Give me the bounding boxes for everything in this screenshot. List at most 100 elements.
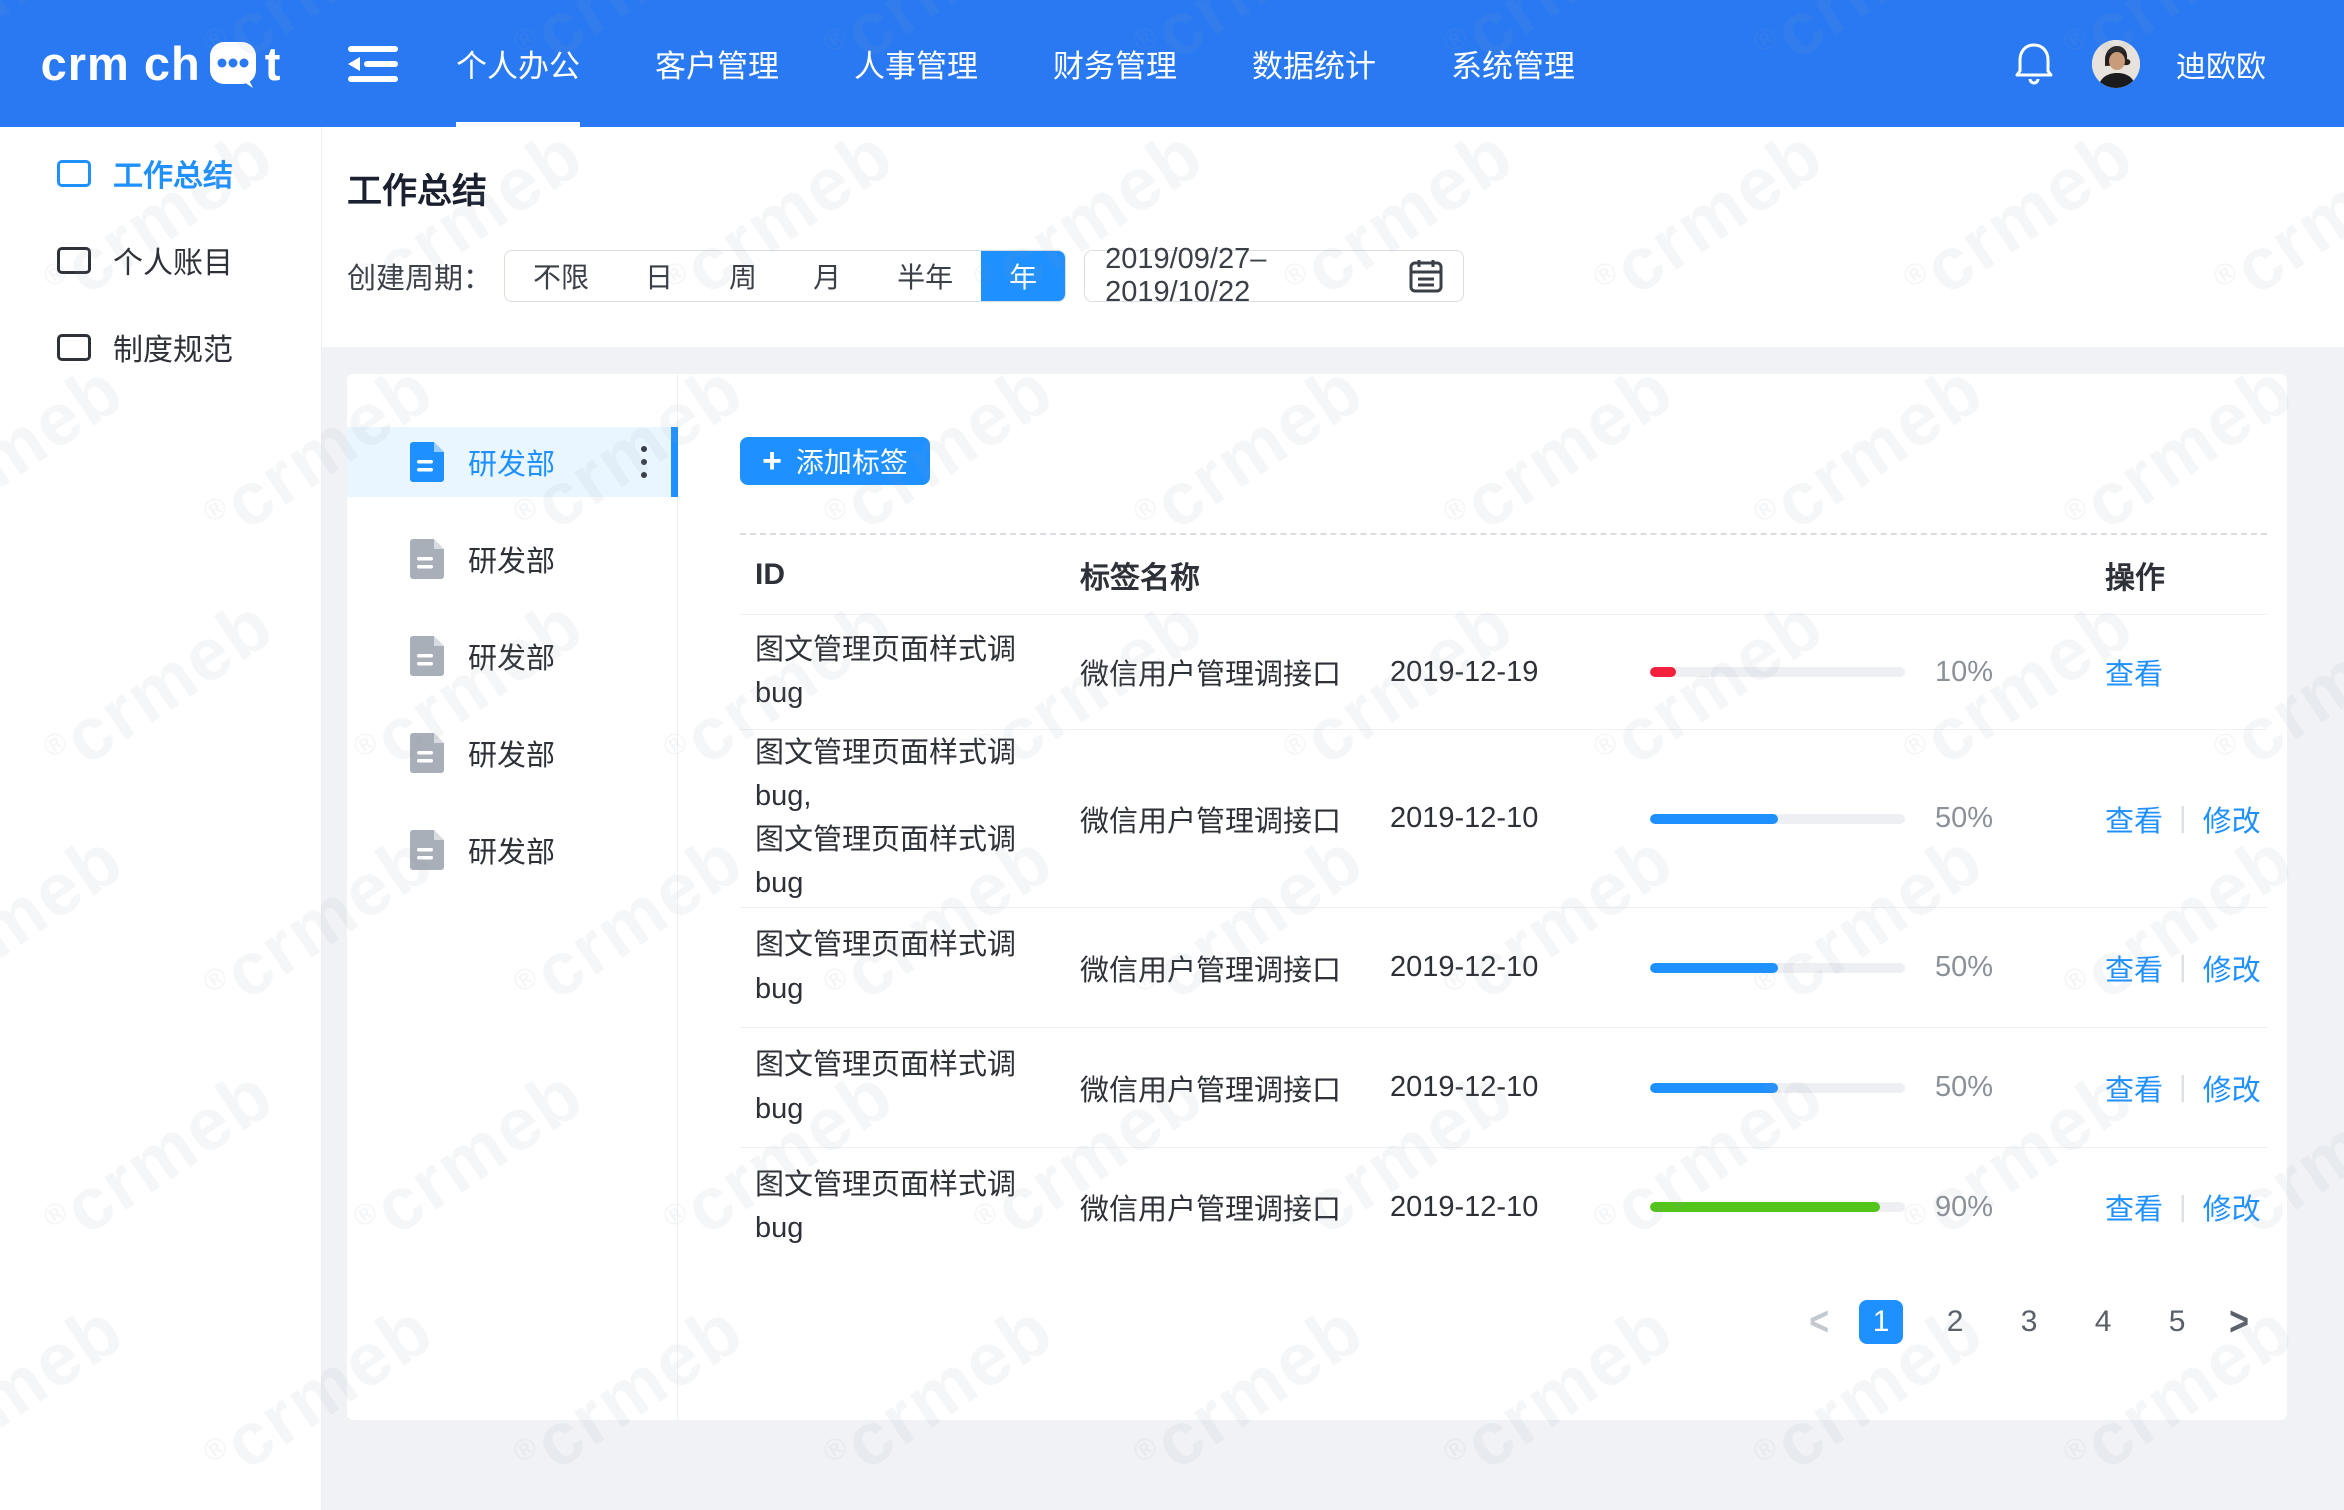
user-avatar[interactable] bbox=[2092, 40, 2140, 88]
document-icon bbox=[410, 442, 444, 482]
more-options-icon[interactable] bbox=[637, 442, 651, 482]
add-tag-button[interactable]: + 添加标签 bbox=[740, 437, 930, 485]
document-icon bbox=[410, 830, 444, 870]
nav-item[interactable]: 数据统计 bbox=[1252, 0, 1376, 127]
table-row: 图文管理页面样式调bug微信用户管理调接口2019-12-1090%查看|修改 bbox=[740, 1148, 2267, 1266]
sidebar-item[interactable]: 工作总结 bbox=[0, 143, 321, 203]
page-header-section: 工作总结 创建周期： 不限日周月半年年 2019/09/27–2019/10/2… bbox=[322, 127, 2344, 347]
row-percent-label: 50% bbox=[1905, 951, 2000, 984]
page-number[interactable]: 2 bbox=[1933, 1300, 1977, 1344]
calendar-icon bbox=[1409, 258, 1443, 294]
row-progress bbox=[1615, 814, 1905, 824]
date-range-value: 2019/09/27–2019/10/22 bbox=[1105, 243, 1409, 309]
row-date: 2019-12-10 bbox=[1360, 951, 1615, 984]
row-progress bbox=[1615, 667, 1905, 677]
nav-item[interactable]: 系统管理 bbox=[1451, 0, 1575, 127]
department-label: 研发部 bbox=[468, 538, 555, 580]
row-tag-name: 微信用户管理调接口 bbox=[1060, 651, 1360, 693]
row-date: 2019-12-10 bbox=[1360, 1071, 1615, 1104]
row-tag-name: 微信用户管理调接口 bbox=[1060, 1186, 1360, 1228]
row-percent-label: 10% bbox=[1905, 656, 2000, 689]
nav-item[interactable]: 客户管理 bbox=[655, 0, 779, 127]
page-number[interactable]: 3 bbox=[2007, 1300, 2051, 1344]
prev-page-icon[interactable]: < bbox=[1809, 1299, 1829, 1346]
department-item[interactable]: 研发部 bbox=[347, 621, 677, 691]
action-link[interactable]: 修改 bbox=[2203, 1186, 2261, 1228]
action-link[interactable]: 查看 bbox=[2105, 1186, 2163, 1228]
chat-bubble-icon bbox=[207, 38, 259, 90]
column-header-id: ID bbox=[740, 558, 1060, 592]
progress-track bbox=[1650, 963, 1905, 973]
next-page-icon[interactable]: > bbox=[2229, 1299, 2249, 1346]
row-date: 2019-12-10 bbox=[1360, 802, 1615, 835]
department-item[interactable]: 研发部 bbox=[347, 427, 677, 497]
nav-item[interactable]: 财务管理 bbox=[1053, 0, 1177, 127]
action-link[interactable]: 查看 bbox=[2105, 1067, 2163, 1109]
row-progress bbox=[1615, 963, 1905, 973]
action-link[interactable]: 查看 bbox=[2105, 798, 2163, 840]
row-id: 图文管理页面样式调bug, 图文管理页面样式调bug bbox=[740, 732, 1060, 906]
row-actions: 查看 | 修改 bbox=[2000, 1186, 2267, 1228]
row-actions: 查看 bbox=[2000, 651, 2267, 693]
sidebar-item[interactable]: 个人账目 bbox=[0, 230, 321, 290]
row-percent-label: 90% bbox=[1905, 1191, 2000, 1224]
main-nav: 个人办公客户管理人事管理财务管理数据统计系统管理 bbox=[456, 0, 1575, 127]
department-label: 研发部 bbox=[468, 441, 555, 483]
progress-fill bbox=[1650, 1202, 1880, 1212]
main-area: 工作总结 创建周期： 不限日周月半年年 2019/09/27–2019/10/2… bbox=[322, 127, 2344, 1510]
department-item[interactable]: 研发部 bbox=[347, 815, 677, 885]
action-link[interactable]: 修改 bbox=[2203, 1067, 2261, 1109]
action-link[interactable]: 查看 bbox=[2105, 947, 2163, 989]
department-list: 研发部研发部研发部研发部研发部 bbox=[347, 374, 678, 1420]
table-row: 图文管理页面样式调bug微信用户管理调接口2019-12-1050%查看|修改 bbox=[740, 1028, 2267, 1148]
period-option[interactable]: 半年 bbox=[869, 251, 981, 301]
row-tag-name: 微信用户管理调接口 bbox=[1060, 947, 1360, 989]
row-tag-name: 微信用户管理调接口 bbox=[1060, 1067, 1360, 1109]
row-tag-name: 微信用户管理调接口 bbox=[1060, 798, 1360, 840]
period-option[interactable]: 年 bbox=[981, 251, 1065, 301]
date-range-picker[interactable]: 2019/09/27–2019/10/22 bbox=[1084, 250, 1464, 302]
logo-text-right: t bbox=[265, 40, 282, 87]
row-actions: 查看|修改 bbox=[2000, 798, 2267, 840]
row-date: 2019-12-19 bbox=[1360, 656, 1615, 689]
department-item[interactable]: 研发部 bbox=[347, 718, 677, 788]
sidebar-item[interactable]: 制度规范 bbox=[0, 317, 321, 377]
period-option[interactable]: 日 bbox=[617, 251, 701, 301]
action-divider: | bbox=[2179, 1191, 2187, 1224]
period-option[interactable]: 周 bbox=[701, 251, 785, 301]
sidebar-item-label: 制度规范 bbox=[113, 325, 233, 369]
page-number[interactable]: 1 bbox=[1859, 1300, 1903, 1344]
progress-fill bbox=[1650, 814, 1778, 824]
document-icon bbox=[410, 636, 444, 676]
progress-track bbox=[1650, 814, 1905, 824]
app-logo: crm ch t bbox=[0, 38, 322, 90]
page-number[interactable]: 4 bbox=[2081, 1300, 2125, 1344]
table-header-row: ID 标签名称 操作 bbox=[740, 535, 2267, 615]
document-icon bbox=[410, 733, 444, 773]
action-link[interactable]: 修改 bbox=[2203, 947, 2261, 989]
department-label: 研发部 bbox=[468, 635, 555, 677]
row-percent-label: 50% bbox=[1905, 802, 2000, 835]
action-link[interactable]: 修改 bbox=[2203, 798, 2261, 840]
username[interactable]: 迪欧欧 bbox=[2176, 42, 2266, 86]
sidebar-item-icon bbox=[57, 160, 91, 187]
table-body: 图文管理页面样式调bug微信用户管理调接口2019-12-1910%查看图文管理… bbox=[740, 615, 2267, 1266]
sidebar-collapse-icon[interactable] bbox=[346, 42, 400, 86]
nav-item[interactable]: 个人办公 bbox=[456, 0, 580, 127]
action-link[interactable]: 查看 bbox=[2105, 651, 2163, 693]
progress-fill bbox=[1650, 1083, 1778, 1093]
period-option[interactable]: 不限 bbox=[505, 251, 617, 301]
left-sidebar: 工作总结个人账目制度规范 bbox=[0, 127, 322, 1510]
period-option[interactable]: 月 bbox=[785, 251, 869, 301]
notification-bell-icon[interactable] bbox=[2014, 41, 2056, 87]
department-item[interactable]: 研发部 bbox=[347, 524, 677, 594]
page-number[interactable]: 5 bbox=[2155, 1300, 2199, 1344]
department-label: 研发部 bbox=[468, 732, 555, 774]
progress-track bbox=[1650, 667, 1905, 677]
logo-text-left: crm ch bbox=[41, 40, 201, 87]
action-divider: | bbox=[2179, 1071, 2187, 1104]
nav-item[interactable]: 人事管理 bbox=[854, 0, 978, 127]
row-percent-label: 50% bbox=[1905, 1071, 2000, 1104]
action-divider: | bbox=[2179, 951, 2187, 984]
plus-icon: + bbox=[762, 444, 782, 478]
